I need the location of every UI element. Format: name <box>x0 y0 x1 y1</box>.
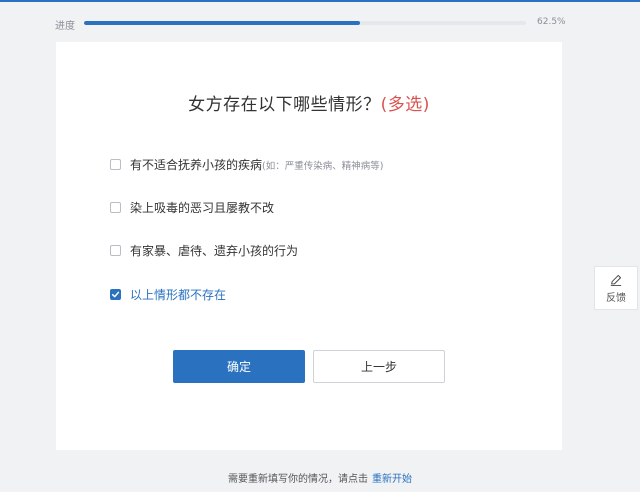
previous-step-button[interactable]: 上一步 <box>313 350 445 383</box>
confirm-button[interactable]: 确定 <box>173 350 305 383</box>
progress-label: 进度 <box>55 17 75 32</box>
question-card: 女方存在以下哪些情形？(多选) 有不适合抚养小孩的疾病 (如：严重传染病、精神病… <box>56 42 562 450</box>
progress-value: 62.5% <box>537 17 566 27</box>
feedback-button[interactable]: 反馈 <box>594 266 638 310</box>
option-1-label: 染上吸毒的恶习且屡教不改 <box>130 199 274 216</box>
progress-bar-fill <box>84 21 360 25</box>
progress-bar <box>84 21 526 25</box>
option-3[interactable]: 以上情形都不存在 <box>110 286 226 303</box>
option-0-label: 有不适合抚养小孩的疾病 <box>130 156 262 173</box>
option-0[interactable]: 有不适合抚养小孩的疾病 (如：严重传染病、精神病等) <box>110 156 383 173</box>
question-title: 女方存在以下哪些情形？(多选) <box>56 90 562 115</box>
footer-text: 需要重新填写你的情况，请点击 <box>228 474 368 485</box>
option-3-label: 以上情形都不存在 <box>130 286 226 303</box>
restart-link[interactable]: 重新开始 <box>372 474 412 485</box>
feedback-label: 反馈 <box>606 289 626 304</box>
option-1[interactable]: 染上吸毒的恶习且屡教不改 <box>110 199 274 216</box>
question-text: 女方存在以下哪些情形？ <box>188 95 381 115</box>
multi-select-tag: (多选) <box>381 95 430 115</box>
checkbox-option-1[interactable] <box>110 202 121 213</box>
checkbox-option-3[interactable] <box>110 289 121 300</box>
checkbox-option-2[interactable] <box>110 245 121 256</box>
option-0-note: (如：严重传染病、精神病等) <box>262 158 383 172</box>
option-2-label: 有家暴、虐待、遗弃小孩的行为 <box>130 242 298 259</box>
option-2[interactable]: 有家暴、虐待、遗弃小孩的行为 <box>110 242 298 259</box>
checkmark-icon <box>111 290 120 299</box>
footer: 需要重新填写你的情况，请点击重新开始 <box>0 470 640 485</box>
checkbox-option-0[interactable] <box>110 159 121 170</box>
progress-section: 进度 62.5% <box>0 0 640 40</box>
pencil-icon <box>609 273 623 287</box>
